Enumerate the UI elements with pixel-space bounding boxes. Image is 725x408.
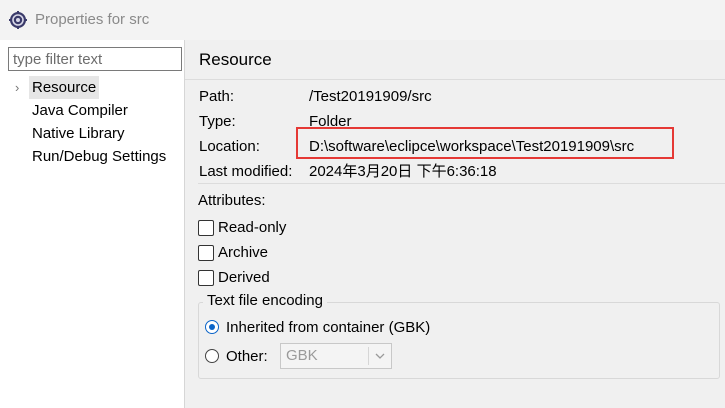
attributes-label: Attributes:: [198, 192, 266, 209]
inherited-encoding-label: Inherited from container (GBK): [226, 319, 431, 336]
select-divider: [368, 347, 369, 365]
read-only-checkbox[interactable]: [198, 220, 214, 236]
tree-item-label: Native Library: [32, 125, 125, 142]
last-modified-value: 2024年3月20日 下午6:36:18: [309, 163, 497, 180]
title-bar: Properties for src: [0, 0, 725, 41]
path-value: /Test20191909/src: [309, 88, 432, 105]
read-only-label: Read-only: [218, 219, 287, 236]
last-modified-label: Last modified:: [199, 163, 293, 180]
eclipse-app-icon: [9, 11, 27, 29]
other-encoding-radio[interactable]: [205, 349, 219, 363]
other-encoding-value: GBK: [286, 347, 318, 364]
tree-item-resource[interactable]: › Resource: [0, 76, 184, 99]
page-title: Resource: [199, 50, 272, 69]
tree-item-label: Java Compiler: [32, 102, 128, 119]
chevron-right-icon[interactable]: ›: [15, 76, 25, 99]
text-file-encoding-group: [198, 302, 720, 379]
text-file-encoding-title: Text file encoding: [203, 292, 327, 309]
path-label: Path:: [199, 88, 235, 105]
location-highlight-box: [296, 127, 674, 159]
other-encoding-select[interactable]: GBK: [280, 343, 392, 369]
archive-label: Archive: [218, 244, 269, 261]
tree-item-native-library[interactable]: Native Library: [0, 122, 184, 145]
preference-tree-pane: › Resource Java Compiler Native Library …: [0, 40, 185, 408]
tree-item-label: Run/Debug Settings: [32, 148, 167, 165]
filter-input[interactable]: [8, 47, 182, 71]
tree-item-java-compiler[interactable]: Java Compiler: [0, 99, 184, 122]
location-label: Location:: [199, 138, 260, 155]
tree-item-run-debug-settings[interactable]: Run/Debug Settings: [0, 145, 184, 168]
section-separator: [198, 183, 725, 184]
other-encoding-label: Other:: [226, 348, 268, 365]
archive-checkbox[interactable]: [198, 245, 214, 261]
chevron-down-icon[interactable]: [374, 350, 386, 362]
inherited-encoding-radio[interactable]: [205, 320, 219, 334]
page-tree: › Resource Java Compiler Native Library …: [0, 76, 184, 168]
derived-label: Derived: [218, 269, 270, 286]
page-header: Resource: [185, 40, 725, 80]
type-label: Type:: [199, 113, 236, 130]
derived-checkbox[interactable]: [198, 270, 214, 286]
window-title: Properties for src: [35, 11, 150, 28]
tree-item-label: Resource: [29, 76, 100, 99]
